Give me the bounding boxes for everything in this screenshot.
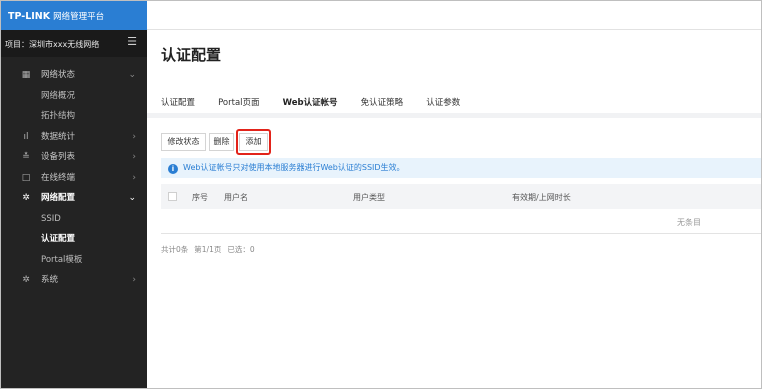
tab-divider [147,113,761,118]
edit-status-button[interactable]: 修改状态 [161,133,206,151]
empty-text: 无条目 [677,218,701,227]
chevron-down-icon: ⌄ [128,193,136,203]
sidebar-item-statistics[interactable]: ıl 数据统计 › [1,127,147,148]
sidebar-item-topology[interactable]: 拓扑结构 [1,106,147,127]
gear-icon: ✲ [22,275,30,285]
column-header-validity: 有效期/上网时长 [512,193,571,202]
dashboard-icon: ▦ [21,70,31,80]
sidebar-item-online-clients[interactable]: □ 在线终端 › [1,168,147,189]
sidebar-item-device-list[interactable]: ≛ 设备列表 › [1,147,147,168]
brand-logo: TP-LINK 网络管理平台 [1,1,147,30]
monitor-icon: □ [21,172,31,183]
delete-button[interactable]: 删除 [209,133,234,151]
tab-bar: 认证配置 Portal页面 Web认证帐号 免认证策略 认证参数 [161,90,478,116]
add-button-highlight [236,129,271,155]
column-header-index: 序号 [192,193,208,202]
brand-name: TP-LINK [8,11,51,22]
sidebar-item-ssid[interactable]: SSID [1,209,147,230]
sidebar: TP-LINK 网络管理平台 项目：深圳市xxx无线网络 ☰ ▦ 网络状态 ⌄ 网… [1,1,147,388]
sidebar-item-network-config[interactable]: ✲ 网络配置 ⌄ [1,188,147,209]
chevron-right-icon: › [132,131,136,142]
device-list-icon: ≛ [22,152,30,162]
pagination-footer: 共计0条 第1/1页 已选：0 [161,244,261,255]
table-empty-row: 无条目 [161,209,761,234]
table-header: 序号 用户名 用户类型 有效期/上网时长 [161,184,761,209]
chevron-right-icon: › [132,275,136,285]
brand-subtitle: 网络管理平台 [53,12,105,22]
sidebar-item-portal-template[interactable]: Portal模板 [1,250,147,271]
select-all-checkbox[interactable] [168,192,177,201]
chevron-right-icon: › [132,172,136,183]
sidebar-item-network-overview[interactable]: 网络概况 [1,86,147,107]
page-indicator: 第1/1页 [194,245,222,254]
bar-chart-icon: ıl [23,131,29,142]
chevron-right-icon: › [132,152,136,162]
hamburger-icon[interactable]: ☰ [127,35,137,48]
notice-text: Web认证帐号只对使用本地服务器进行Web认证的SSID生效。 [183,163,405,172]
project-name: 项目：深圳市xxx无线网络 [5,40,100,49]
sidebar-nav: ▦ 网络状态 ⌄ 网络概况 拓扑结构 ıl 数据统计 › ≛ 设备列表 › □ … [1,65,147,291]
column-header-username: 用户名 [224,193,248,202]
selected-count: 已选：0 [227,245,255,254]
top-bar [147,1,761,30]
project-selector[interactable]: 项目：深圳市xxx无线网络 ☰ [1,30,147,57]
info-notice: i Web认证帐号只对使用本地服务器进行Web认证的SSID生效。 [161,158,761,178]
gear-icon: ✲ [22,193,30,203]
sidebar-item-system[interactable]: ✲ 系统 › [1,270,147,291]
column-header-user-type: 用户类型 [353,193,385,202]
info-icon: i [168,164,178,174]
sidebar-item-network-status[interactable]: ▦ 网络状态 ⌄ [1,65,147,86]
page-title: 认证配置 [161,46,222,64]
sidebar-item-auth-config[interactable]: 认证配置 [1,229,147,250]
chevron-down-icon: ⌄ [128,70,136,80]
total-count: 共计0条 [161,245,189,254]
